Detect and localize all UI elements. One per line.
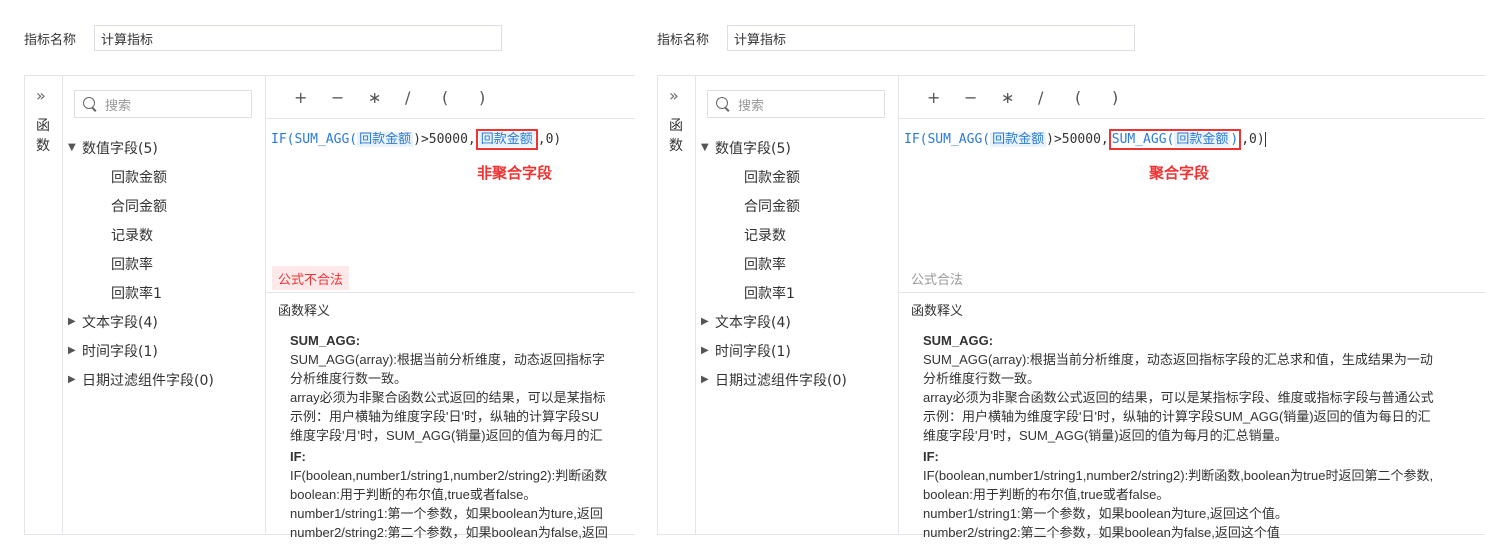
status-badge: 公式合法 [911,272,964,288]
function-tab[interactable]: 函 数 [35,116,51,156]
function-tab[interactable]: 函 数 [668,116,684,156]
field-item[interactable]: 合同金额 [63,191,265,220]
field-item[interactable]: 回款率 [63,249,265,278]
expand-functions-icon[interactable]: » [36,86,46,105]
field-panel: 搜索 ▼ 数值字段(5) 回款金额 合同金额 记录数 回款率 回款率1 ▶ 文本字段… [696,76,899,534]
expand-functions-icon[interactable]: » [669,86,679,105]
field-item[interactable]: 回款率 [696,249,898,278]
function-strip: » 函 数 [25,76,63,534]
right-paren-button[interactable]: ) [1112,88,1149,107]
formula-field-token: 回款金额 [1174,132,1231,147]
highlight-box: 回款金额 [475,129,538,150]
editor-panel-right: 指标名称 计算指标 » 函 数 搜索 ▼ 数值字段(5) 回款金额 合同金额 记录… [633,0,1485,549]
caret-down-icon: ▼ [68,142,76,153]
search-input[interactable]: 搜索 [707,90,885,118]
group-numeric[interactable]: ▼ 数值字段(5) [696,133,898,162]
caret-right-icon: ▶ [701,316,709,327]
annotation-label: 聚合字段 [1149,164,1210,182]
field-item[interactable]: 记录数 [696,220,898,249]
field-panel: 搜索 ▼ 数值字段(5) 回款金额 合同金额 记录数 回款率 回款率1 ▶ 文本字段… [63,76,266,534]
multiply-button[interactable]: ∗ [1001,88,1038,107]
indicator-name-input[interactable]: 计算指标 [727,25,1135,51]
divider [899,292,1485,293]
operator-bar: + − ∗ / ( ) [927,88,1149,107]
indicator-name-input[interactable]: 计算指标 [94,25,502,51]
caret-right-icon: ▶ [68,316,76,327]
indicator-name-label: 指标名称 [657,32,710,48]
status-badge: 公式不合法 [272,266,350,290]
field-tree: ▼ 数值字段(5) 回款金额 合同金额 记录数 回款率 回款率1 ▶ 文本字段(4)… [696,133,898,394]
group-time[interactable]: ▶ 时间字段(1) [63,336,265,365]
formula-editor: » 函 数 搜索 ▼ 数值字段(5) 回款金额 合同金额 记录数 回款率 回款率1… [24,75,635,540]
divider [899,118,1485,119]
operator-bar: + − ∗ / ( ) [294,88,516,107]
plus-button[interactable]: + [927,88,964,107]
formula-area: + − ∗ / ( ) IF(SUM_AGG(回款金额)>50000, 回款金额,… [266,76,635,540]
group-date-filter[interactable]: ▶ 日期过滤组件字段(0) [696,365,898,394]
minus-button[interactable]: − [331,88,368,107]
explain-title: 函数释义 [911,304,964,319]
annotation-label: 非聚合字段 [477,164,553,182]
caret-down-icon: ▼ [701,142,709,153]
right-paren-button[interactable]: ) [479,88,516,107]
field-item[interactable]: 回款金额 [696,162,898,191]
field-item[interactable]: 记录数 [63,220,265,249]
highlight-box: SUM_AGG(回款金额) [1108,129,1242,150]
search-icon [83,97,97,111]
search-input[interactable]: 搜索 [74,90,252,118]
search-placeholder: 搜索 [105,98,132,114]
divider [266,118,635,119]
indicator-name-row: 指标名称 计算指标 [24,25,502,51]
field-item[interactable]: 合同金额 [696,191,898,220]
field-tree: ▼ 数值字段(5) 回款金额 合同金额 记录数 回款率 回款率1 ▶ 文本字段(4)… [63,133,265,394]
formula-field-token: 回款金额 [478,132,535,147]
search-placeholder: 搜索 [738,98,765,114]
group-text[interactable]: ▶ 文本字段(4) [63,307,265,336]
indicator-name-label: 指标名称 [24,32,77,48]
divide-button[interactable]: / [1038,88,1075,107]
divide-button[interactable]: / [405,88,442,107]
formula-input[interactable]: IF(SUM_AGG(回款金额)>50000, SUM_AGG(回款金额) ,0) [904,128,1266,150]
explain-title: 函数释义 [278,304,331,319]
minus-button[interactable]: − [964,88,1001,107]
formula-field-token: 回款金额 [357,132,414,147]
caret-right-icon: ▶ [68,374,76,385]
search-icon [716,97,730,111]
left-paren-button[interactable]: ( [1075,88,1112,107]
caret-right-icon: ▶ [68,345,76,356]
group-time[interactable]: ▶ 时间字段(1) [696,336,898,365]
field-item[interactable]: 回款率1 [63,278,265,307]
divider [266,292,635,293]
formula-editor: » 函 数 搜索 ▼ 数值字段(5) 回款金额 合同金额 记录数 回款率 回款率1… [657,75,1485,540]
formula-field-token: 回款金额 [990,132,1047,147]
left-paren-button[interactable]: ( [442,88,479,107]
group-numeric[interactable]: ▼ 数值字段(5) [63,133,265,162]
field-item[interactable]: 回款金额 [63,162,265,191]
editor-panel-left: 指标名称 计算指标 » 函 数 搜索 ▼ 数值字段(5) 回款金额 合同金额 记录… [0,0,635,549]
function-explanation: SUM_AGG: SUM_AGG(array):根据当前分析维度，动态返回指标字… [923,333,1434,540]
indicator-name-row: 指标名称 计算指标 [657,25,1135,51]
function-explanation: SUM_AGG: SUM_AGG(array):根据当前分析维度，动态返回指标字… [290,333,608,540]
caret-right-icon: ▶ [701,374,709,385]
formula-input[interactable]: IF(SUM_AGG(回款金额)>50000, 回款金额 ,0) [271,128,561,150]
field-item[interactable]: 回款率1 [696,278,898,307]
text-cursor [1264,132,1266,147]
function-strip: » 函 数 [658,76,696,534]
caret-right-icon: ▶ [701,345,709,356]
formula-area: + − ∗ / ( ) IF(SUM_AGG(回款金额)>50000, SUM_A… [899,76,1485,540]
plus-button[interactable]: + [294,88,331,107]
group-date-filter[interactable]: ▶ 日期过滤组件字段(0) [63,365,265,394]
multiply-button[interactable]: ∗ [368,88,405,107]
group-text[interactable]: ▶ 文本字段(4) [696,307,898,336]
